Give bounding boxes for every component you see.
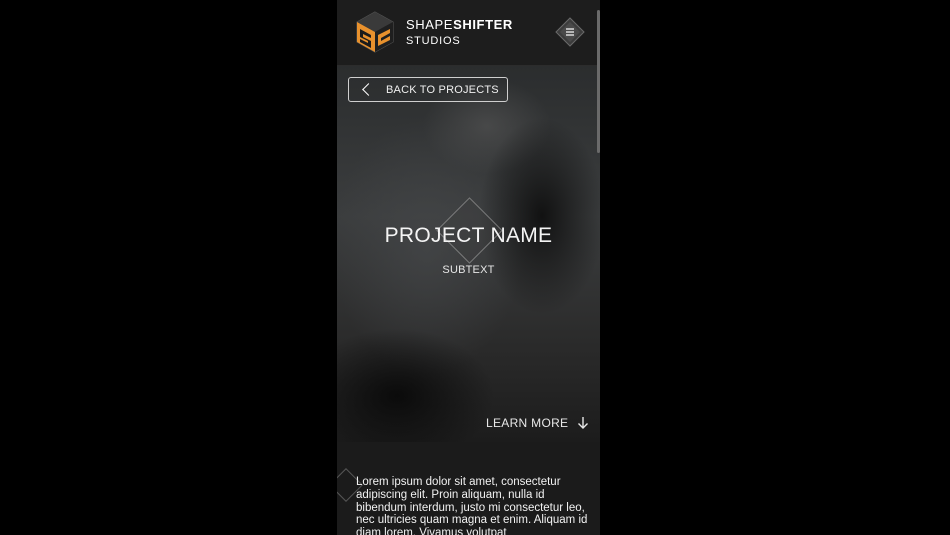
site-header: SHAPESHIFTER STUDIOS (337, 0, 600, 66)
mobile-viewport: SHAPESHIFTER STUDIOS BACK TO PROJECTS PR… (337, 0, 600, 535)
back-to-projects-label: BACK TO PROJECTS (386, 83, 499, 96)
brand-name-light: SHAPE (406, 17, 454, 32)
project-description-section: Lorem ipsum dolor sit amet, consectetur … (337, 442, 600, 535)
project-subtitle: SUBTEXT (442, 264, 495, 276)
arrow-down-icon (578, 417, 589, 429)
project-hero: BACK TO PROJECTS PROJECT NAME SUBTEXT LE… (337, 66, 600, 442)
learn-more-link[interactable]: LEARN MORE (486, 416, 589, 430)
shapeshifter-logo-icon[interactable] (353, 10, 397, 54)
scrollbar-thumb[interactable] (597, 10, 600, 153)
brand-subtitle: STUDIOS (406, 35, 461, 47)
chevron-left-icon (362, 83, 375, 96)
project-description-text: Lorem ipsum dolor sit amet, consectetur … (356, 476, 588, 535)
back-to-projects-button[interactable]: BACK TO PROJECTS (348, 77, 508, 102)
hamburger-menu-icon[interactable] (555, 17, 585, 47)
learn-more-label: LEARN MORE (486, 416, 569, 430)
brand-wordmark[interactable]: SHAPESHIFTER STUDIOS (406, 17, 513, 49)
brand-name-bold: SHIFTER (453, 17, 513, 32)
project-title: PROJECT NAME (384, 224, 553, 247)
